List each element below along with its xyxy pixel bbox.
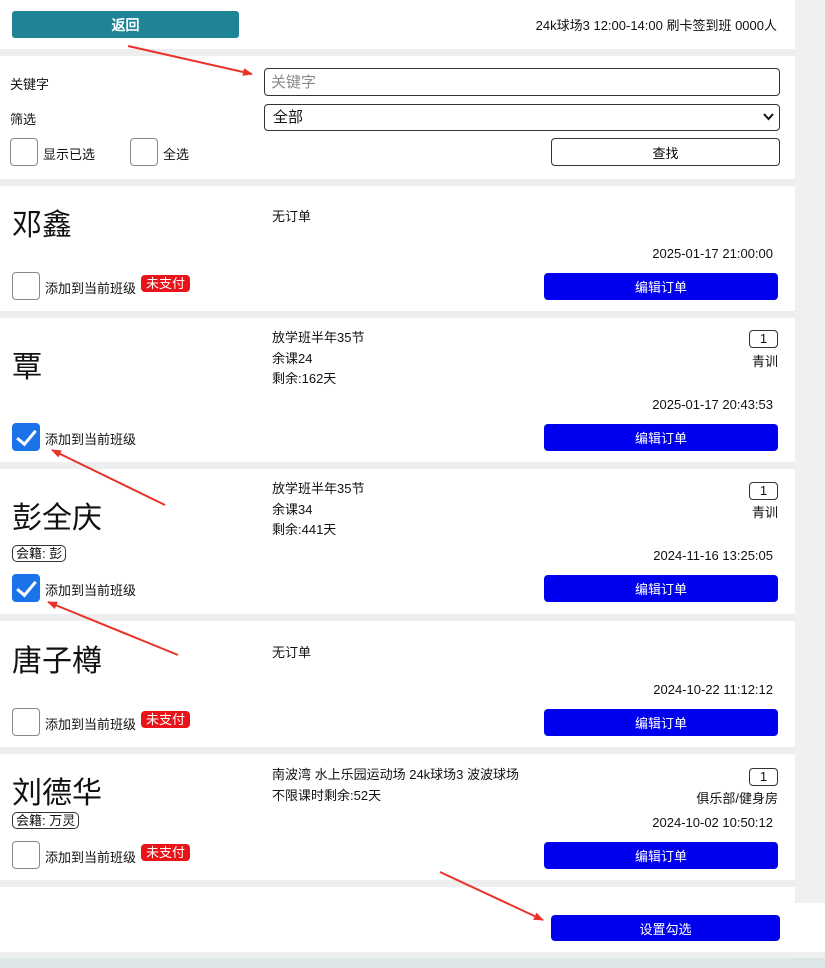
filter-panel: 关键字 筛选 全部 显示已选 全选 查找	[0, 56, 795, 179]
show-selected-checkbox[interactable]	[10, 138, 38, 166]
add-to-class-label: 添加到当前班级	[45, 432, 137, 447]
order-line: 剩余:162天	[272, 371, 337, 386]
search-button[interactable]: 查找	[551, 138, 780, 166]
add-to-class-checkbox[interactable]	[12, 708, 40, 736]
order-line: 余课24	[272, 351, 313, 366]
show-selected-label: 显示已选	[43, 147, 96, 162]
add-to-class-label: 添加到当前班级	[45, 850, 137, 865]
order-line: 无订单	[272, 645, 312, 660]
order-line: 放学班半年35节	[272, 330, 365, 345]
member-card: 刘德华 会籍: 万灵 南波湾 水上乐园运动场 24k球场3 波波球场 不限课时剩…	[0, 754, 795, 880]
member-name: 刘德华	[12, 777, 102, 810]
category-label: 青训	[751, 505, 778, 520]
add-to-class-label: 添加到当前班级	[45, 717, 137, 732]
order-line: 剩余:441天	[272, 522, 337, 537]
footer-bar: 设置勾选	[0, 903, 825, 952]
filter-label: 筛选	[10, 112, 37, 127]
chevron-down-icon	[762, 109, 775, 128]
category-label: 俱乐部/健身房	[696, 791, 778, 806]
filter-select-value: 全部	[273, 109, 304, 126]
filter-select[interactable]: 全部	[264, 104, 780, 131]
scrollbar[interactable]	[795, 0, 825, 968]
keyword-input[interactable]	[264, 68, 780, 96]
order-line: 放学班半年35节	[272, 481, 365, 496]
quantity-badge: 1	[749, 482, 778, 500]
member-time: 2024-10-02 10:50:12	[652, 815, 773, 830]
member-time: 2025-01-17 21:00:00	[652, 246, 773, 261]
member-card: 彭全庆 会籍: 彭 放学班半年35节 余课34 剩余:441天 1 青训 202…	[0, 469, 795, 614]
add-to-class-checkbox[interactable]	[12, 423, 40, 451]
order-line: 余课34	[272, 502, 313, 517]
member-time: 2024-10-22 11:12:12	[653, 682, 773, 697]
member-time: 2025-01-17 20:43:53	[652, 397, 773, 412]
membership-tag: 会籍: 万灵	[12, 812, 80, 829]
set-checked-button[interactable]: 设置勾选	[551, 915, 780, 941]
member-name: 邓鑫	[12, 209, 72, 242]
unpaid-badge: 未支付	[141, 711, 191, 728]
keyword-label: 关键字	[10, 77, 50, 92]
member-card: 唐子樽 无订单 2024-10-22 11:12:12 添加到当前班级 未支付 …	[0, 621, 795, 747]
unpaid-badge: 未支付	[141, 844, 191, 861]
edit-order-button[interactable]: 编辑订单	[544, 842, 778, 869]
back-button[interactable]: 返回	[12, 11, 239, 38]
select-all-checkbox[interactable]	[130, 138, 158, 166]
order-line: 无订单	[272, 209, 312, 224]
quantity-badge: 1	[749, 768, 778, 786]
order-line: 南波湾 水上乐园运动场 24k球场3 波波球场	[272, 767, 520, 782]
add-to-class-label: 添加到当前班级	[45, 583, 137, 598]
member-name: 彭全庆	[12, 502, 102, 535]
member-time: 2024-11-16 13:25:05	[653, 548, 773, 563]
quantity-badge: 1	[749, 330, 778, 348]
bottom-strip	[0, 958, 825, 968]
edit-order-button[interactable]: 编辑订单	[544, 424, 778, 451]
order-line: 不限课时剩余:52天	[272, 788, 382, 803]
edit-order-button[interactable]: 编辑订单	[544, 709, 778, 736]
edit-order-button[interactable]: 编辑订单	[544, 273, 778, 300]
category-label: 青训	[751, 354, 778, 369]
member-name: 唐子樽	[12, 645, 102, 678]
edit-order-button[interactable]: 编辑订单	[544, 575, 778, 602]
add-to-class-checkbox[interactable]	[12, 841, 40, 869]
member-card	[0, 887, 795, 903]
member-name: 覃	[12, 351, 42, 384]
add-to-class-label: 添加到当前班级	[45, 281, 137, 296]
member-card: 覃 放学班半年35节 余课24 剩余:162天 1 青训 2025-01-17 …	[0, 318, 795, 462]
select-all-label: 全选	[163, 147, 190, 162]
top-bar: 返回 24k球场3 12:00-14:00 刷卡签到班 0000人	[0, 0, 795, 49]
unpaid-badge: 未支付	[141, 275, 191, 292]
membership-tag: 会籍: 彭	[12, 545, 67, 562]
add-to-class-checkbox[interactable]	[12, 272, 40, 300]
member-card: 邓鑫 无订单 2025-01-17 21:00:00 添加到当前班级 未支付 编…	[0, 186, 795, 311]
add-to-class-checkbox[interactable]	[12, 574, 40, 602]
session-info: 24k球场3 12:00-14:00 刷卡签到班 0000人	[535, 18, 777, 33]
